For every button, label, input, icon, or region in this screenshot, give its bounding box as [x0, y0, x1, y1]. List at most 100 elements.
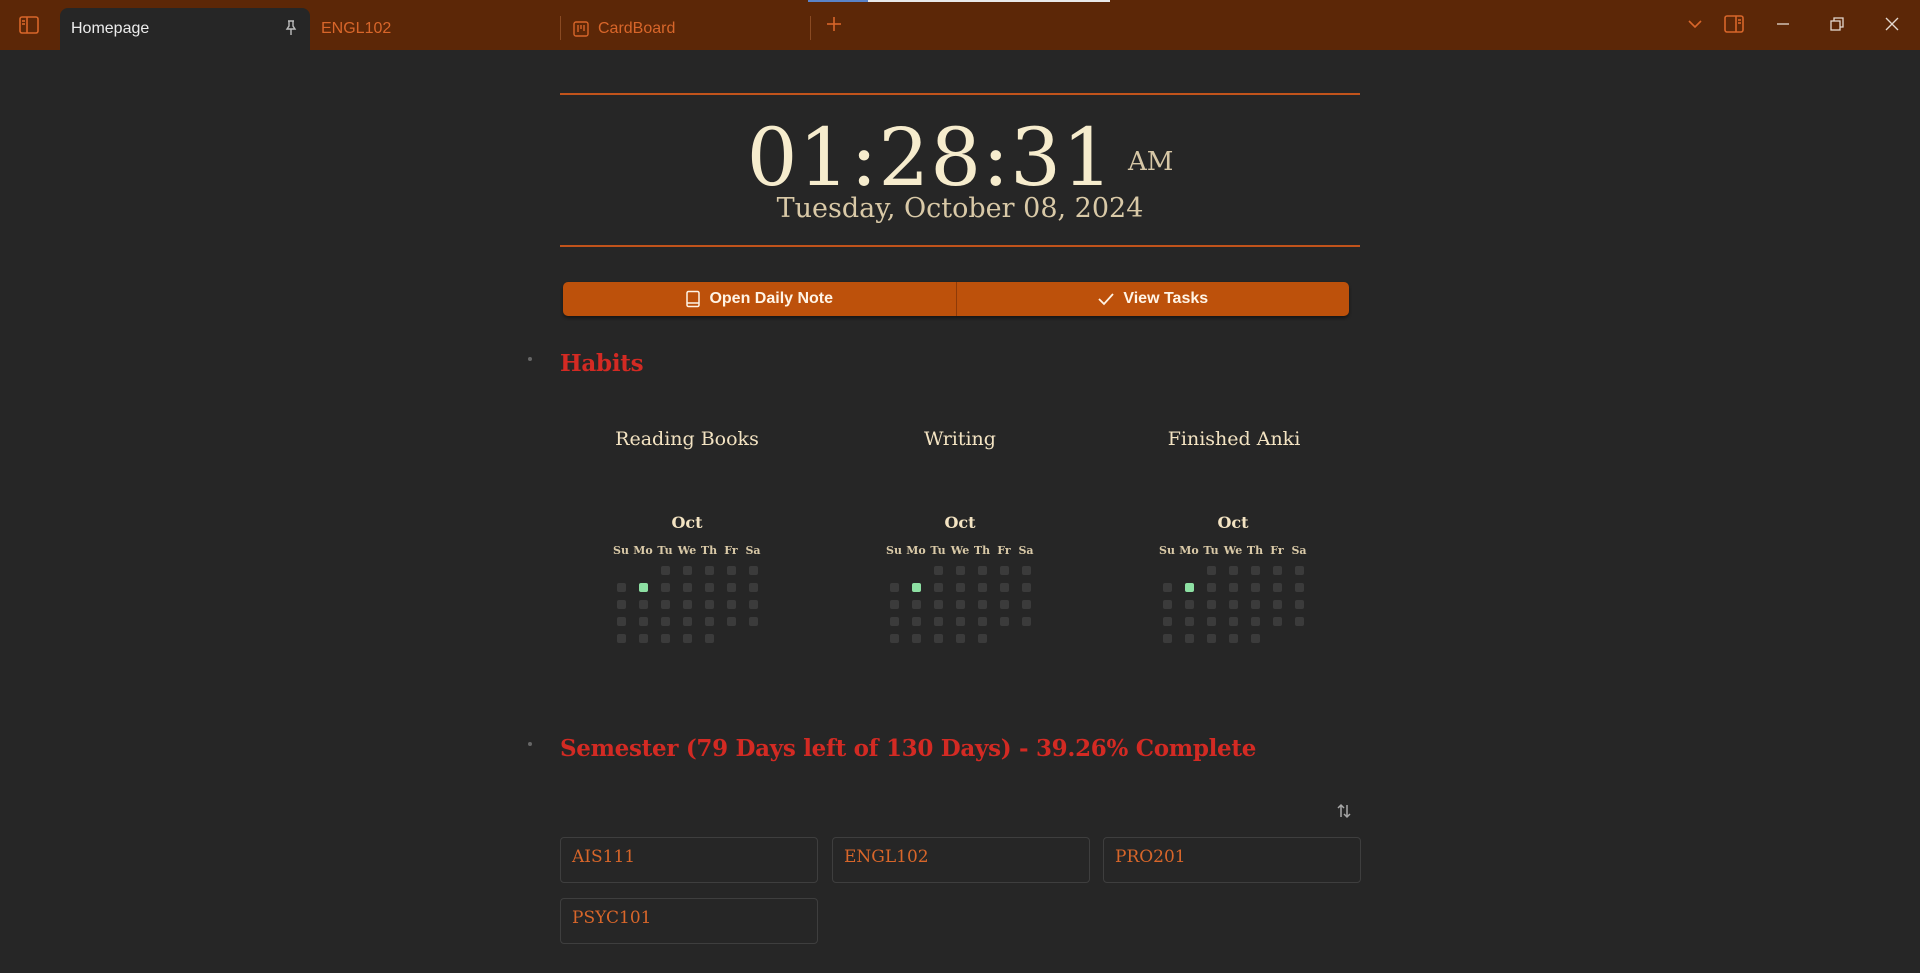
- habit-day-cell[interactable]: [1228, 566, 1238, 575]
- habit-day-cell[interactable]: [726, 566, 736, 575]
- habit-day-cell[interactable]: [955, 634, 965, 643]
- restore-icon[interactable]: [1826, 13, 1848, 35]
- right-sidebar-toggle-icon[interactable]: [1723, 13, 1745, 35]
- habit-day-cell[interactable]: [660, 600, 670, 609]
- course-link[interactable]: AIS111: [572, 847, 635, 867]
- habit-day-cell[interactable]: [1228, 617, 1238, 626]
- habit-day-cell[interactable]: [1021, 617, 1031, 626]
- habit-day-cell[interactable]: [1162, 600, 1172, 609]
- habit-day-cell[interactable]: [704, 583, 714, 592]
- course-link[interactable]: PSYC101: [572, 908, 651, 928]
- habit-day-cell[interactable]: [1294, 600, 1304, 609]
- habit-day-cell[interactable]: [660, 566, 670, 575]
- habit-day-cell[interactable]: [911, 583, 921, 592]
- habit-day-cell[interactable]: [1206, 617, 1216, 626]
- habit-day-cell[interactable]: [911, 617, 921, 626]
- habit-day-cell[interactable]: [1250, 634, 1260, 643]
- habit-day-cell[interactable]: [616, 600, 626, 609]
- habit-day-cell[interactable]: [704, 566, 714, 575]
- habit-day-cell[interactable]: [1184, 583, 1194, 592]
- habit-day-cell[interactable]: [955, 617, 965, 626]
- habit-day-cell[interactable]: [1206, 634, 1216, 643]
- sidebar-toggle-icon[interactable]: [18, 14, 40, 36]
- habit-day-cell[interactable]: [977, 583, 987, 592]
- habit-day-cell[interactable]: [955, 566, 965, 575]
- course-card-pro201[interactable]: PRO201: [1103, 837, 1361, 883]
- habit-day-cell[interactable]: [999, 617, 1009, 626]
- habit-day-cell[interactable]: [1206, 583, 1216, 592]
- habit-day-cell[interactable]: [911, 634, 921, 643]
- open-daily-note-button[interactable]: Open Daily Note: [563, 282, 956, 316]
- habit-day-cell[interactable]: [616, 634, 626, 643]
- habit-day-cell[interactable]: [638, 583, 648, 592]
- minimize-icon[interactable]: [1772, 13, 1794, 35]
- habit-day-cell[interactable]: [682, 583, 692, 592]
- habit-day-cell[interactable]: [1021, 566, 1031, 575]
- tab-homepage[interactable]: Homepage: [60, 8, 310, 50]
- tab-engl102[interactable]: ENGL102: [310, 8, 560, 50]
- habit-day-cell[interactable]: [999, 566, 1009, 575]
- habit-day-cell[interactable]: [704, 600, 714, 609]
- habit-day-cell[interactable]: [955, 600, 965, 609]
- habit-day-cell[interactable]: [933, 600, 943, 609]
- habit-day-cell[interactable]: [1184, 617, 1194, 626]
- habit-day-cell[interactable]: [748, 566, 758, 575]
- habit-day-cell[interactable]: [889, 583, 899, 592]
- habit-day-cell[interactable]: [1250, 583, 1260, 592]
- course-card-psyc101[interactable]: PSYC101: [560, 898, 818, 944]
- habit-day-cell[interactable]: [1206, 600, 1216, 609]
- habit-day-cell[interactable]: [977, 600, 987, 609]
- habit-day-cell[interactable]: [682, 600, 692, 609]
- habit-day-cell[interactable]: [889, 617, 899, 626]
- habit-day-cell[interactable]: [911, 600, 921, 609]
- habit-day-cell[interactable]: [933, 566, 943, 575]
- habit-day-cell[interactable]: [1184, 634, 1194, 643]
- habit-day-cell[interactable]: [1272, 583, 1282, 592]
- habit-day-cell[interactable]: [1294, 566, 1304, 575]
- pin-icon[interactable]: [282, 19, 300, 37]
- course-link[interactable]: PRO201: [1115, 847, 1186, 867]
- habit-day-cell[interactable]: [933, 617, 943, 626]
- habit-day-cell[interactable]: [1162, 583, 1172, 592]
- habit-day-cell[interactable]: [1021, 583, 1031, 592]
- habit-day-cell[interactable]: [955, 583, 965, 592]
- habit-day-cell[interactable]: [748, 617, 758, 626]
- habit-day-cell[interactable]: [1021, 600, 1031, 609]
- habit-day-cell[interactable]: [660, 583, 670, 592]
- new-tab-icon[interactable]: [824, 14, 844, 34]
- habit-day-cell[interactable]: [1228, 634, 1238, 643]
- course-card-ais111[interactable]: AIS111: [560, 837, 818, 883]
- habit-day-cell[interactable]: [704, 634, 714, 643]
- habit-day-cell[interactable]: [1206, 566, 1216, 575]
- habit-day-cell[interactable]: [1250, 566, 1260, 575]
- habit-day-cell[interactable]: [1250, 617, 1260, 626]
- habit-day-cell[interactable]: [933, 583, 943, 592]
- close-icon[interactable]: [1881, 13, 1903, 35]
- habit-day-cell[interactable]: [682, 617, 692, 626]
- habit-day-cell[interactable]: [1162, 634, 1172, 643]
- habit-day-cell[interactable]: [726, 617, 736, 626]
- habit-day-cell[interactable]: [1228, 600, 1238, 609]
- tab-cardboard[interactable]: CardBoard: [560, 8, 810, 50]
- habit-day-cell[interactable]: [726, 583, 736, 592]
- habit-day-cell[interactable]: [1184, 600, 1194, 609]
- habit-day-cell[interactable]: [682, 634, 692, 643]
- habit-day-cell[interactable]: [748, 600, 758, 609]
- habit-day-cell[interactable]: [977, 617, 987, 626]
- habit-day-cell[interactable]: [1272, 566, 1282, 575]
- habit-day-cell[interactable]: [889, 634, 899, 643]
- habit-day-cell[interactable]: [977, 634, 987, 643]
- habit-day-cell[interactable]: [1272, 600, 1282, 609]
- habit-day-cell[interactable]: [933, 634, 943, 643]
- course-card-engl102[interactable]: ENGL102: [832, 837, 1090, 883]
- habit-day-cell[interactable]: [660, 617, 670, 626]
- habit-day-cell[interactable]: [726, 600, 736, 609]
- habit-day-cell[interactable]: [616, 583, 626, 592]
- habit-day-cell[interactable]: [660, 634, 670, 643]
- habit-day-cell[interactable]: [1162, 617, 1172, 626]
- habit-day-cell[interactable]: [999, 600, 1009, 609]
- habit-day-cell[interactable]: [638, 634, 648, 643]
- habit-day-cell[interactable]: [638, 617, 648, 626]
- habit-day-cell[interactable]: [1294, 583, 1304, 592]
- habit-day-cell[interactable]: [1294, 617, 1304, 626]
